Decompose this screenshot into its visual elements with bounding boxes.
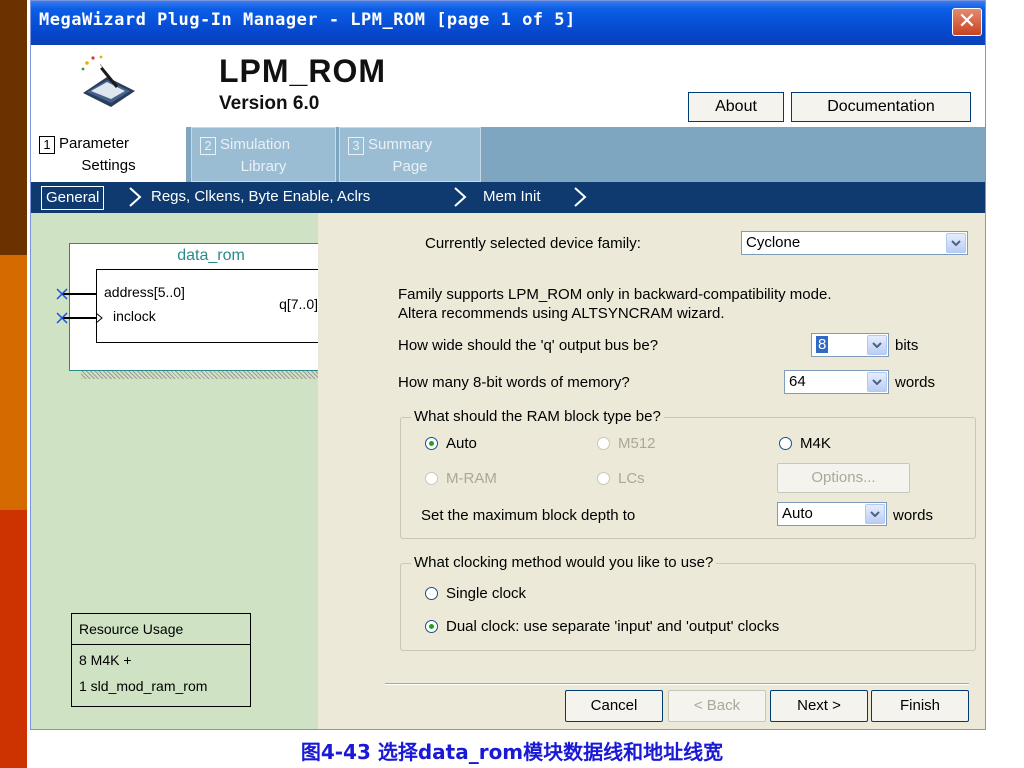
symbol-preview-panel: data_rom address[5..0] inclock q[7..0] R… <box>31 213 364 729</box>
tab-label: Parameter <box>59 135 130 152</box>
chip-wand-icon <box>81 55 135 107</box>
compat-note-2: Altera recommends using ALTSYNCRAM wizar… <box>398 305 725 322</box>
symbol-title: data_rom <box>177 247 245 264</box>
q-width-value: 8 <box>816 336 829 353</box>
q-width-unit: bits <box>895 337 919 354</box>
finish-button[interactable]: Finish <box>871 690 969 722</box>
documentation-button[interactable]: Documentation <box>791 92 971 122</box>
words-label: How many 8-bit words of memory? <box>398 374 630 391</box>
footer-divider <box>385 683 969 685</box>
tab-simulation-library[interactable]: 2 Simulation Library <box>191 127 336 182</box>
tab-label: Simulation <box>220 136 291 153</box>
options-button: Options... <box>777 463 910 493</box>
resource-usage-line: 8 M4K + <box>79 652 132 668</box>
words-select[interactable]: 64 <box>784 370 889 394</box>
slide-decoration-orange <box>0 255 27 510</box>
megawizard-window: MegaWizard Plug-In Manager - LPM_ROM [pa… <box>30 0 986 730</box>
tab-summary-page[interactable]: 3 Summary Page <box>339 127 481 182</box>
chevron-down-icon[interactable] <box>867 335 887 355</box>
tab-label-line2: Settings <box>81 157 136 174</box>
tab-label: Summary <box>368 136 433 153</box>
q-width-label: How wide should the 'q' output bus be? <box>398 337 659 354</box>
radio-icon <box>597 437 610 450</box>
radio-label: Auto <box>446 435 477 452</box>
radio-lcs: LCs <box>597 470 645 487</box>
radio-dual-clock[interactable]: Dual clock: use separate 'input' and 'ou… <box>425 618 779 635</box>
words-value: 64 <box>789 373 806 390</box>
device-family-label: Currently selected device family: <box>425 235 641 252</box>
slide-decoration-brown <box>0 0 27 255</box>
breadcrumb: General Regs, Clkens, Byte Enable, Aclrs… <box>31 182 985 213</box>
about-button[interactable]: About <box>688 92 784 122</box>
resource-usage-title: Resource Usage <box>79 621 184 637</box>
tab-number: 3 <box>348 137 364 155</box>
cancel-button[interactable]: Cancel <box>565 690 663 722</box>
wizard-tabs: 1 Parameter Settings 2 Simulation Librar… <box>31 127 985 182</box>
tab-number: 2 <box>200 137 216 155</box>
radio-m-ram: M-RAM <box>425 470 497 487</box>
figure-caption: 图4-43 选择data_rom模块数据线和地址线宽 <box>300 740 724 764</box>
q-width-select[interactable]: 8 <box>811 333 889 357</box>
chevron-right-icon <box>129 187 142 207</box>
chevron-down-icon[interactable] <box>865 504 885 524</box>
next-button[interactable]: Next > <box>770 690 868 722</box>
close-button[interactable]: ✕ <box>952 8 982 36</box>
radio-label: LCs <box>618 470 645 487</box>
tab-label-line2: Page <box>392 158 428 175</box>
back-button: < Back <box>668 690 766 722</box>
resource-usage-line: 1 sld_mod_ram_rom <box>79 678 208 694</box>
words-unit: words <box>895 374 936 391</box>
radio-selected-icon <box>425 437 438 450</box>
product-name: LPM_ROM <box>219 53 386 89</box>
clock-method-group: What clocking method would you like to u… <box>400 554 976 651</box>
radio-label: Dual clock: use separate 'input' and 'ou… <box>446 618 780 635</box>
slide-decoration-red <box>0 510 27 768</box>
radio-m4k[interactable]: M4K <box>779 435 831 452</box>
chevron-down-icon[interactable] <box>867 372 887 392</box>
title-bar[interactable]: MegaWizard Plug-In Manager - LPM_ROM [pa… <box>31 1 985 45</box>
breadcrumb-mem-init[interactable]: Mem Init <box>483 188 541 205</box>
radio-label: Single clock <box>446 585 527 602</box>
radio-label: M4K <box>800 435 831 452</box>
breadcrumb-regs[interactable]: Regs, Clkens, Byte Enable, Aclrs <box>151 188 370 205</box>
chevron-right-icon <box>574 187 587 207</box>
radio-label: M512 <box>618 435 656 452</box>
chevron-down-icon[interactable] <box>946 233 966 253</box>
resource-usage-header: Resource Usage <box>72 614 250 645</box>
radio-single-clock[interactable]: Single clock <box>425 585 526 602</box>
radio-label: M-RAM <box>446 470 497 487</box>
radio-icon <box>597 472 610 485</box>
max-depth-select[interactable]: Auto <box>777 502 887 526</box>
tab-label-line2: Library <box>240 158 287 175</box>
max-depth-unit: words <box>893 507 934 524</box>
tab-number: 1 <box>39 136 55 154</box>
parameter-form: Currently selected device family: Cyclon… <box>318 213 985 729</box>
radio-auto[interactable]: Auto <box>425 435 477 452</box>
tab-parameter-settings[interactable]: 1 Parameter Settings <box>31 127 186 182</box>
radio-selected-icon <box>425 620 438 633</box>
ram-block-legend: What should the RAM block type be? <box>411 408 664 425</box>
wizard-header: LPM_ROM Version 6.0 About Documentation <box>31 45 985 127</box>
radio-icon <box>779 437 792 450</box>
max-depth-value: Auto <box>782 505 813 522</box>
radio-icon <box>425 587 438 600</box>
clock-method-legend: What clocking method would you like to u… <box>411 554 717 571</box>
product-version: Version 6.0 <box>219 93 320 114</box>
chevron-right-icon <box>454 187 467 207</box>
ram-block-group: What should the RAM block type be? Auto … <box>400 408 976 539</box>
radio-icon <box>425 472 438 485</box>
radio-m512: M512 <box>597 435 656 452</box>
breadcrumb-general[interactable]: General <box>41 186 105 210</box>
max-depth-label: Set the maximum block depth to <box>421 507 636 524</box>
device-family-select[interactable]: Cyclone <box>741 231 968 255</box>
compat-note: Family supports LPM_ROM only in backward… <box>398 286 832 303</box>
window-title: MegaWizard Plug-In Manager - LPM_ROM [pa… <box>39 10 576 30</box>
device-family-value: Cyclone <box>746 234 801 251</box>
resource-usage-box: Resource Usage 8 M4K + 1 sld_mod_ram_rom <box>71 613 251 707</box>
